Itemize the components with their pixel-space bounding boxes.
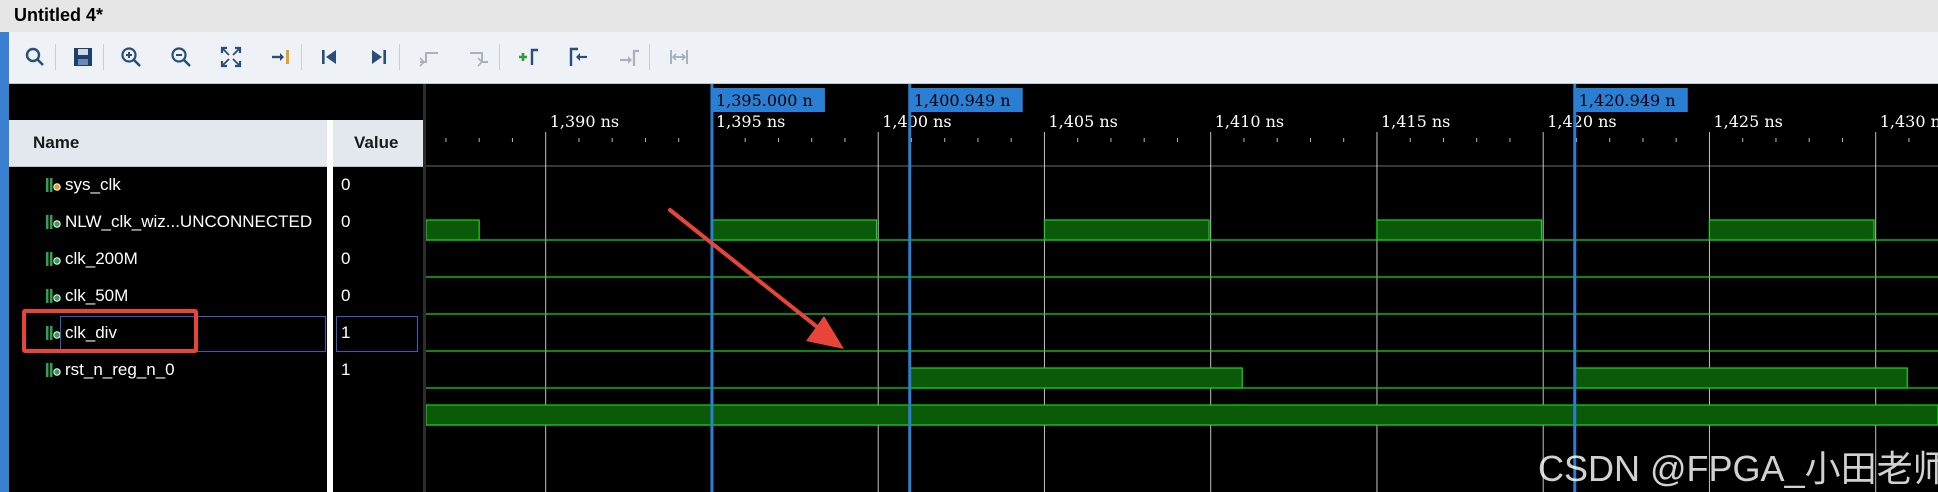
name-column-label: Name [33,133,80,152]
watermark-text: CSDN @FPGA_小田老师 [1538,448,1938,489]
time-tick-label: 1,420 ns [1547,112,1616,131]
time-tick-label: 1,425 ns [1713,112,1782,131]
window-titlebar: Untitled 4* [0,0,1938,33]
previous-transition-icon[interactable] [415,43,443,71]
swap-cursors-icon[interactable] [665,43,693,71]
logic-signal-icon [46,215,61,229]
wave-high-segment [1376,219,1543,241]
time-cursor-label: 1,420.949 n [1579,91,1676,110]
zoom-out-icon[interactable] [167,43,195,71]
next-transition-icon[interactable] [465,43,493,71]
signal-name: clk_50M [65,286,129,305]
wave-high-segment [1574,367,1908,389]
wave-high-segment [1708,219,1875,241]
name-column-header[interactable]: Name [9,120,327,167]
save-icon[interactable] [69,43,97,71]
wave-high-segment [711,219,878,241]
time-tick-label: 1,415 ns [1381,112,1450,131]
annotation-highlight-box [22,309,198,353]
signal-value: 0 [341,175,351,194]
signal-value: 0 [341,249,351,268]
logic-signal-icon [46,252,61,266]
time-tick-label: 1,400 ns [882,112,951,131]
signal-name: NLW_clk_wiz...UNCONNECTED [65,212,313,231]
time-tick-label: 1,430 ns [1880,112,1938,131]
value-cell[interactable]: 0 [333,241,423,278]
waveform-canvas[interactable]: 1,390 ns 1,395 ns 1,400 ns 1,405 ns 1,410 ns… [426,84,1938,492]
time-tick-label: 1,410 ns [1215,112,1284,131]
go-to-time-0-icon[interactable] [315,43,343,71]
logic-signal-icon [46,178,61,192]
zoom-in-icon[interactable] [117,43,145,71]
value-cell[interactable]: 0 [333,204,423,241]
time-cursor-label: 1,395.000 n [716,91,813,110]
signal-row-rst-n-reg[interactable]: rst_n_reg_n_0 [9,352,327,389]
value-cell[interactable]: 0 [333,278,423,315]
add-marker-icon[interactable] [515,43,543,71]
signal-name: clk_200M [65,249,138,268]
time-tick-label: 1,405 ns [1048,112,1117,131]
signal-name: rst_n_reg_n_0 [65,360,175,379]
value-cell[interactable]: 1 [333,352,423,389]
window-title: Untitled 4* [14,5,104,25]
signal-value: 0 [341,212,351,231]
value-cell[interactable]: 0 [333,167,423,204]
waveform-viewer[interactable]: 1,390 ns 1,395 ns 1,400 ns 1,405 ns 1,410 ns… [426,84,1938,492]
value-column-label: Value [354,133,399,152]
time-cursor-label: 1,400.949 n [914,91,1011,110]
signal-value: 0 [341,286,351,305]
signal-name: sys_clk [65,175,121,194]
wave-high-segment [909,367,1243,389]
time-tick-label: 1,390 ns [550,112,619,131]
wave-toolbar [9,32,1938,84]
signal-row-sys-clk[interactable]: sys_clk [9,167,327,204]
go-to-cursor-icon[interactable] [267,43,295,71]
signal-row-clk-200m[interactable]: clk_200M [9,241,327,278]
zoom-fit-icon[interactable] [217,43,245,71]
wave-high-segment [1043,219,1210,241]
selected-signal-value-outline [336,316,418,352]
next-marker-icon[interactable] [615,43,643,71]
value-column-header[interactable]: Value [333,120,423,167]
logic-signal-icon [46,363,61,377]
wave-high-segment [426,219,480,241]
window-left-edge [0,32,9,492]
signal-value: 1 [341,360,351,379]
previous-marker-icon[interactable] [565,43,593,71]
go-to-last-time-icon[interactable] [365,43,393,71]
wave-high-segment [426,404,1938,426]
search-icon[interactable] [21,43,49,71]
time-tick-label: 1,395 ns [716,112,785,131]
signal-row-nlw-clk-wiz[interactable]: NLW_clk_wiz...UNCONNECTED [9,204,327,241]
logic-signal-icon [46,289,61,303]
